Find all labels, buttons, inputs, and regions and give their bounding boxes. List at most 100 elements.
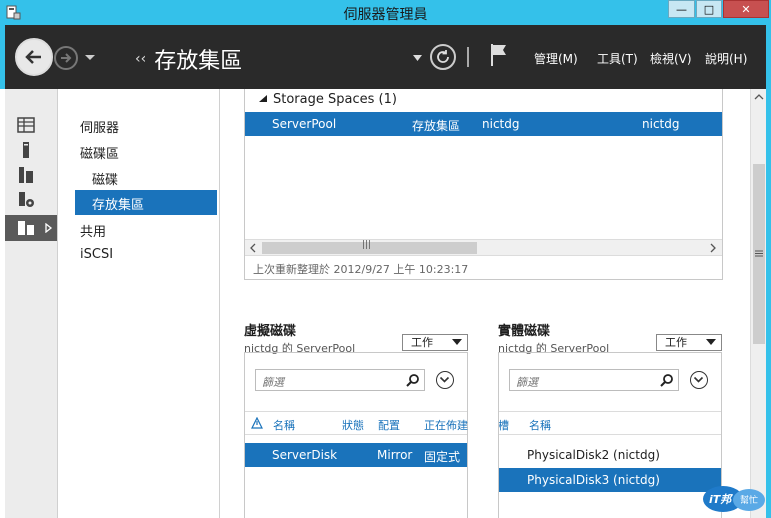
tasks-dropdown-icon — [452, 339, 462, 345]
maximize-icon: □ — [703, 2, 715, 16]
storage-pools-tile: Storage Spaces (1) ServerPool 存放集區 nictd… — [244, 89, 723, 280]
pool-name: ServerPool — [272, 117, 337, 131]
vdisk-provisioning: 固定式 — [424, 450, 461, 464]
all-servers-icon[interactable] — [17, 166, 35, 184]
close-button[interactable]: ✕ — [723, 0, 769, 18]
local-server-icon[interactable] — [17, 141, 35, 159]
col-name[interactable]: 名稱 — [529, 417, 551, 433]
vdisk-name: ServerDisk — [272, 448, 338, 462]
back-arrow-icon — [25, 50, 41, 64]
virtual-disk-row[interactable]: ServerDisk Mirror 固定式 — [245, 443, 467, 467]
tasks-dropdown-icon — [706, 339, 716, 345]
watermark-logo: iT邦 幫忙 — [701, 484, 767, 514]
minimize-icon: — — [676, 2, 687, 16]
virtual-disks-column-header: 名稱 狀態 配置 正在佈建 — [245, 411, 468, 435]
expand-arrow-icon — [45, 223, 53, 233]
page-title: 存放集區 — [154, 49, 243, 74]
tasks-label: 工作 — [665, 336, 687, 349]
tree-item-volumes[interactable]: 磁碟區 — [80, 143, 119, 162]
filter-placeholder: 篩選 — [262, 376, 284, 389]
col-status[interactable]: 狀態 — [342, 417, 364, 433]
toolbar-divider — [467, 47, 469, 67]
physical-disk-row[interactable]: PhysicalDisk3 (nictdg) — [499, 468, 721, 492]
scroll-grip-icon: ||| — [362, 240, 372, 250]
warning-icon[interactable] — [251, 417, 263, 429]
group-header[interactable]: Storage Spaces (1) — [259, 92, 397, 107]
virtual-disks-tile: 篩選 名稱 狀態 配置 正在佈建 ServerDisk Mirror 固定式 — [244, 352, 468, 518]
virtual-disks-section: 虛擬磁碟 nictdg 的 ServerPool 工作 — [244, 320, 468, 356]
expand-filter-button[interactable] — [690, 371, 708, 389]
tasks-label: 工作 — [411, 336, 433, 349]
pdisk-name: PhysicalDisk2 (nictdg) — [527, 448, 660, 462]
tree-item-servers[interactable]: 伺服器 — [80, 117, 119, 136]
window-border — [766, 89, 771, 518]
col-name[interactable]: 名稱 — [273, 417, 295, 433]
tree-item-iscsi[interactable]: iSCSI — [80, 247, 113, 262]
col-slot[interactable]: 插槽 — [499, 417, 509, 433]
dashboard-icon[interactable] — [17, 116, 35, 134]
vertical-scrollbar[interactable] — [750, 89, 766, 518]
physical-disks-filter-input[interactable]: 篩選 — [509, 369, 679, 391]
notifications-flag-icon[interactable] — [490, 43, 508, 67]
tree-item-disks[interactable]: 磁碟 — [92, 169, 118, 188]
scroll-grip-icon — [755, 250, 763, 257]
chevron-down-icon — [439, 376, 450, 383]
breadcrumb-arrows-icon: ‹‹ — [135, 51, 147, 67]
forward-button[interactable] — [54, 46, 78, 70]
tree-panel: 伺服器 磁碟區 磁碟 存放集區 共用 iSCSI — [59, 89, 220, 518]
virtual-disks-filter-input[interactable]: 篩選 — [255, 369, 425, 391]
toolbar: ‹‹ 存放集區 管理(M) 工具(T) 檢視(V) 說明(H) — [0, 25, 771, 89]
left-icon-nav — [5, 89, 58, 518]
close-icon: ✕ — [741, 2, 751, 16]
breadcrumb-dropdown-icon[interactable] — [413, 55, 422, 61]
collapse-group-icon — [259, 95, 267, 102]
storage-pool-row[interactable]: ServerPool 存放集區 nictdg nictdg — [245, 112, 722, 136]
chevron-down-icon — [693, 376, 704, 383]
title-bar: 伺服器管理員 — □ ✕ — [0, 0, 771, 25]
col-provisioning[interactable]: 正在佈建 — [424, 417, 468, 433]
menu-tools[interactable]: 工具(T) — [597, 50, 638, 67]
virtual-disks-tasks-button[interactable]: 工作 — [402, 334, 468, 351]
group-header-label: Storage Spaces (1) — [273, 92, 397, 107]
file-storage-icon — [18, 221, 34, 235]
tree-item-storage-pools[interactable]: 存放集區 — [75, 190, 217, 215]
expand-filter-button[interactable] — [436, 371, 454, 389]
col-layout[interactable]: 配置 — [378, 417, 400, 433]
scroll-right-icon[interactable] — [709, 243, 717, 253]
menu-help[interactable]: 說明(H) — [705, 50, 747, 67]
tree-item-shares[interactable]: 共用 — [80, 221, 106, 240]
physical-disks-tile: 篩選 插槽 名稱 PhysicalDisk2 (nictdg) Physical… — [498, 352, 722, 518]
watermark-text-top: iT邦 — [709, 493, 732, 506]
refresh-button[interactable] — [430, 44, 456, 70]
pool-type: 存放集區 — [412, 119, 461, 133]
pool-managed-by: nictdg — [482, 117, 520, 131]
minimize-button[interactable]: — — [668, 0, 695, 18]
refresh-icon — [437, 50, 449, 63]
window-title: 伺服器管理員 — [343, 7, 428, 23]
scrollbar-thumb[interactable] — [753, 164, 765, 344]
pool-available-to: nictdg — [642, 117, 680, 131]
breadcrumb: ‹‹ 存放集區 — [135, 43, 242, 75]
horizontal-scrollbar[interactable]: ||| — [245, 239, 722, 256]
file-storage-services-nav[interactable] — [5, 215, 57, 241]
physical-disks-section: 實體磁碟 nictdg 的 ServerPool 工作 — [498, 320, 722, 356]
scroll-up-icon[interactable] — [754, 93, 764, 101]
history-dropdown-icon[interactable] — [84, 54, 96, 62]
file-services-icon[interactable] — [17, 191, 35, 209]
maximize-button[interactable]: □ — [696, 0, 722, 18]
scrollbar-thumb[interactable]: ||| — [262, 240, 477, 254]
physical-disks-tasks-button[interactable]: 工作 — [656, 334, 722, 351]
search-icon[interactable] — [406, 373, 420, 387]
pdisk-name: PhysicalDisk3 (nictdg) — [527, 473, 660, 487]
vdisk-layout: Mirror — [377, 448, 413, 462]
watermark-text-bottom: 幫忙 — [740, 496, 759, 506]
last-refresh-text: 上次重新整理於 2012/9/27 上午 10:23:17 — [253, 263, 469, 276]
forward-arrow-icon — [61, 53, 72, 63]
scroll-left-icon[interactable] — [249, 243, 257, 253]
menu-view[interactable]: 檢視(V) — [650, 50, 692, 67]
back-button[interactable] — [15, 38, 53, 76]
physical-disk-row[interactable]: PhysicalDisk2 (nictdg) — [499, 443, 721, 467]
filter-placeholder: 篩選 — [516, 376, 538, 389]
menu-manage[interactable]: 管理(M) — [534, 50, 578, 67]
search-icon[interactable] — [660, 373, 674, 387]
